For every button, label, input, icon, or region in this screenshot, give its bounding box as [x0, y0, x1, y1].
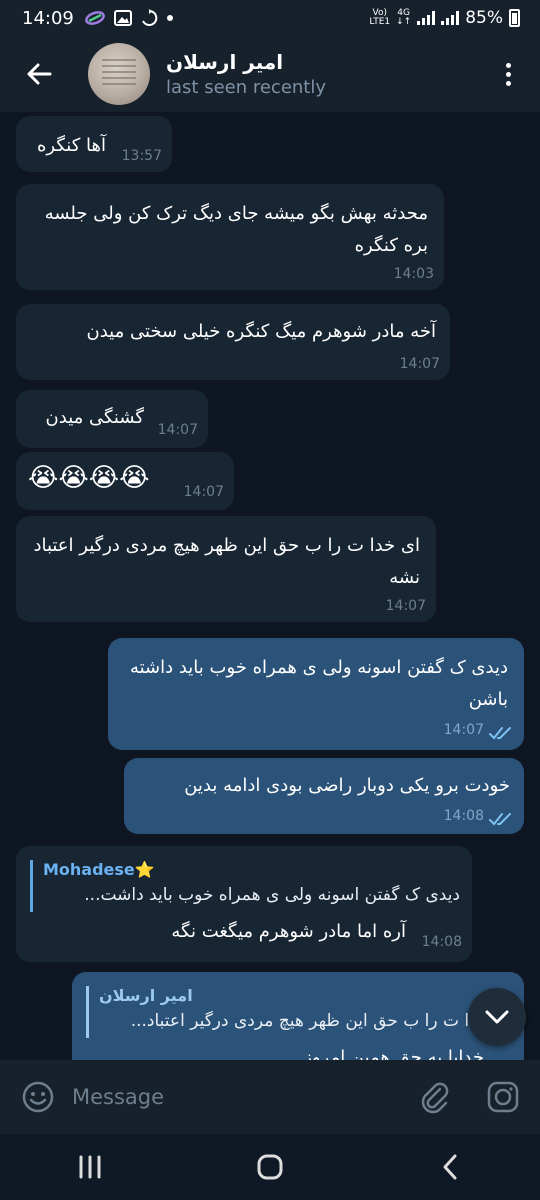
menu-dot-icon	[505, 71, 511, 77]
message-input[interactable]	[72, 1085, 392, 1109]
battery-icon	[509, 9, 520, 27]
reply-text: ای خدا ت را ب حق این ظهر هیچ مردی درگیر …	[130, 1011, 512, 1031]
status-time: 14:09	[22, 7, 74, 29]
message-time: 14:07	[399, 356, 440, 372]
message-outgoing[interactable]: خودت برو یکی دوبار راضی بودی ادامه بدین …	[124, 758, 524, 834]
message-text: ای خدا ت را ب حق این ظهر هیچ مردی درگیر …	[33, 535, 420, 588]
reply-preview[interactable]: Mohadese⭐ دیدی ک گفتن اسونه ولی ی همراه …	[30, 860, 460, 912]
message-input-bar	[0, 1060, 540, 1134]
menu-dot-icon	[505, 80, 511, 86]
message-text: آها کنگره	[36, 135, 106, 156]
reply-text: دیدی ک گفتن اسونه ولی ی همراه خوب باید د…	[84, 885, 460, 905]
avatar[interactable]	[88, 43, 150, 105]
gallery-icon	[113, 10, 132, 26]
network-type: 4G ↓↑	[396, 8, 412, 27]
signal-icon-2	[441, 11, 460, 25]
menu-dot-icon	[505, 62, 511, 68]
read-ticks-icon	[489, 813, 511, 826]
message-time: 14:07	[443, 722, 484, 738]
chevron-down-icon	[485, 1010, 509, 1024]
message-time: 14:08	[421, 934, 462, 950]
message-incoming[interactable]: آخه مادر شوهرم میگ کنگره خیلی سختی میدن …	[16, 304, 450, 380]
battery-percent: 85%	[465, 8, 503, 28]
message-text: دیدی ک گفتن اسونه ولی ی همراه خوب باید د…	[129, 657, 508, 710]
crying-emoji-message: 😭😭😭😭	[28, 463, 150, 493]
scroll-down-button[interactable]	[468, 988, 526, 1046]
message-outgoing[interactable]: امیر ارسلان ای خدا ت را ب حق این ظهر هیچ…	[72, 972, 524, 1060]
telegram-chat-screen: 14:09 Vo) LTE1 4G ↓↑ 85% امیر ارسلان las…	[0, 0, 540, 1200]
message-time: 14:07	[385, 598, 426, 614]
message-outgoing[interactable]: دیدی ک گفتن اسونه ولی ی همراه خوب باید د…	[108, 638, 524, 750]
system-navigation-bar	[0, 1134, 540, 1200]
message-text: گشنگی میدن	[45, 407, 144, 428]
notification-icons	[84, 9, 174, 27]
message-time: 14:08	[443, 808, 484, 824]
dot-icon	[166, 15, 173, 21]
system-back-button[interactable]	[420, 1147, 480, 1187]
home-icon	[257, 1154, 283, 1180]
status-bar: 14:09 Vo) LTE1 4G ↓↑ 85%	[0, 0, 540, 36]
read-ticks-icon	[489, 727, 511, 740]
message-incoming[interactable]: محدثه بهش بگو میشه جای دیگ ترک کن ولی جل…	[16, 184, 444, 290]
message-time: 13:57	[121, 148, 162, 164]
chat-header: امیر ارسلان last seen recently	[0, 36, 540, 112]
back-chevron-icon	[443, 1154, 457, 1180]
message-time: 14:07	[157, 422, 198, 438]
message-text: خودت برو یکی دوبار راضی بودی ادامه بدین	[184, 775, 510, 796]
reply-preview[interactable]: امیر ارسلان ای خدا ت را ب حق این ظهر هیچ…	[86, 986, 512, 1038]
message-text: آره اما مادر شوهرم میگغت نگه	[171, 921, 406, 942]
message-incoming[interactable]: گشنگی میدن 14:07	[16, 390, 208, 448]
last-seen-status: last seen recently	[166, 77, 327, 98]
more-menu-button[interactable]	[498, 54, 518, 94]
app-notification-icon	[84, 11, 105, 25]
message-time: 14:03	[393, 266, 434, 282]
message-incoming[interactable]: 😭😭😭😭 14:07	[16, 452, 234, 510]
camera-icon[interactable]	[486, 1080, 520, 1114]
attach-icon[interactable]	[418, 1080, 452, 1114]
recent-apps-icon	[79, 1155, 101, 1179]
reply-author: امیر ارسلان	[99, 986, 193, 1005]
signal-icon	[417, 11, 436, 25]
emoji-icon[interactable]	[22, 1081, 54, 1113]
message-list[interactable]: آها کنگره 13:57 محدثه بهش بگو میشه جای د…	[0, 112, 540, 1060]
back-arrow-icon	[27, 63, 52, 85]
message-incoming[interactable]: Mohadese⭐ دیدی ک گفتن اسونه ولی ی همراه …	[16, 846, 472, 962]
message-time: 14:07	[183, 484, 224, 500]
sync-icon	[141, 9, 158, 26]
contact-name: امیر ارسلان	[166, 50, 284, 74]
message-text: محدثه بهش بگو میشه جای دیگ ترک کن ولی جل…	[44, 203, 428, 256]
message-incoming[interactable]: ای خدا ت را ب حق این ظهر هیچ مردی درگیر …	[16, 516, 436, 622]
home-button[interactable]	[240, 1147, 300, 1187]
back-button[interactable]	[20, 55, 58, 93]
volte-indicator: Vo) LTE1	[369, 8, 391, 27]
message-text: آخه مادر شوهرم میگ کنگره خیلی سختی میدن	[86, 321, 437, 342]
message-text: خدایا به حق همین امروز	[303, 1047, 484, 1060]
status-right: Vo) LTE1 4G ↓↑ 85%	[369, 8, 520, 28]
message-incoming[interactable]: آها کنگره 13:57	[16, 116, 172, 172]
recent-apps-button[interactable]	[60, 1147, 120, 1187]
chat-info[interactable]: امیر ارسلان last seen recently	[166, 50, 326, 98]
reply-author: Mohadese⭐	[43, 860, 155, 879]
